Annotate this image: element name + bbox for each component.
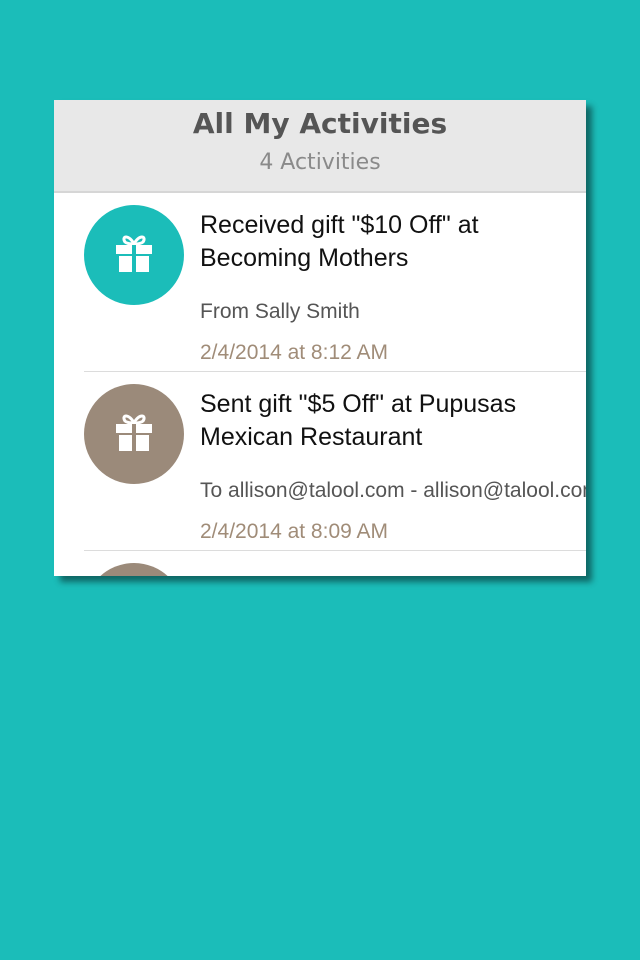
card-header: All My Activities 4 Activities — [54, 100, 586, 193]
screen: All My Activities 4 Activities Received … — [0, 0, 640, 960]
activity-title-line: Mexican Restaurant — [200, 423, 423, 451]
activity-count: 4 Activities — [259, 150, 381, 175]
activity-list[interactable]: Received gift "$10 Off" at Becoming Moth… — [54, 193, 586, 576]
gift-icon — [84, 205, 184, 305]
activity-item-received-gift[interactable]: Received gift "$10 Off" at Becoming Moth… — [84, 193, 586, 372]
activity-timestamp: 2/4/2014 at 8:09 AM — [200, 520, 388, 543]
page-title: All My Activities — [192, 107, 448, 140]
activity-title: Received gift "$10 Off" at Becoming Moth… — [200, 209, 586, 275]
activity-title-line: Sent gift "$5 Off" at Pupusas — [200, 390, 517, 418]
activity-detail: From Sally Smith — [200, 300, 360, 323]
activity-detail: To allison@talool.com - allison@talool.c… — [200, 479, 586, 502]
activities-card: All My Activities 4 Activities Received … — [54, 100, 586, 576]
activity-item-partial[interactable] — [84, 551, 586, 576]
activity-title-line: Received gift "$10 Off" at — [200, 211, 479, 239]
gift-icon — [84, 563, 184, 576]
activity-title: Sent gift "$5 Off" at Pupusas Mexican Re… — [200, 388, 586, 454]
activity-timestamp: 2/4/2014 at 8:12 AM — [200, 341, 388, 364]
activity-item-sent-gift[interactable]: Sent gift "$5 Off" at Pupusas Mexican Re… — [84, 372, 586, 551]
gift-icon — [84, 384, 184, 484]
activity-title-line: Becoming Mothers — [200, 244, 409, 272]
